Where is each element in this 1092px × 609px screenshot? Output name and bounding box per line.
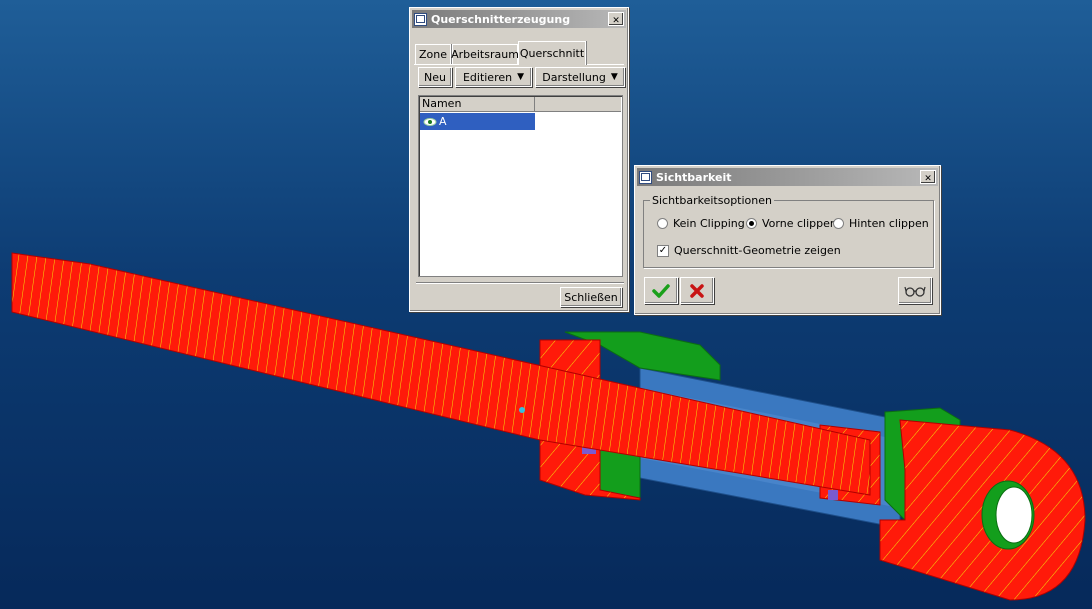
close-button-label: Schließen xyxy=(564,290,618,304)
cancel-button[interactable] xyxy=(680,277,714,304)
show-geometry-option[interactable]: ✓ Querschnitt-Geometrie zeigen xyxy=(657,244,841,257)
datum-point xyxy=(519,407,525,413)
show-geometry-checkbox[interactable]: ✓ xyxy=(657,244,669,257)
chevron-down-icon: ▼ xyxy=(610,72,618,82)
display-button-label: Darstellung xyxy=(542,70,606,84)
window-icon xyxy=(414,12,427,26)
column-header-label: Namen xyxy=(422,97,462,110)
close-icon[interactable]: ✕ xyxy=(920,170,936,184)
option-vorne-clippen[interactable]: Vorne clippen xyxy=(746,217,837,230)
radio-vorne-clippen[interactable] xyxy=(746,218,757,229)
list-header: Namen xyxy=(420,97,621,112)
sichtbarkeit-dialog: Sichtbarkeit ✕ Sichtbarkeitsoptionen Kei… xyxy=(634,165,941,315)
querschnitt-dialog: Querschnitterzeugung ✕ Zone Arbeitsraum … xyxy=(409,7,629,312)
close-icon[interactable]: ✕ xyxy=(608,12,624,26)
option-kein-clipping[interactable]: Kein Clipping xyxy=(657,217,745,230)
tab-zone[interactable]: Zone xyxy=(415,44,451,64)
checkmark-icon xyxy=(652,283,670,298)
option-hinten-clippen[interactable]: Hinten clippen xyxy=(833,217,929,230)
querschnitt-titlebar[interactable]: Querschnitterzeugung ✕ xyxy=(412,10,626,28)
section-list[interactable]: Namen A xyxy=(418,95,623,277)
footer-divider xyxy=(416,282,624,284)
list-item-name: A xyxy=(439,115,447,128)
x-icon xyxy=(690,283,704,298)
preview-button[interactable] xyxy=(898,277,932,304)
list-item[interactable]: A xyxy=(420,113,535,130)
new-button[interactable]: Neu xyxy=(418,67,452,87)
column-header-empty xyxy=(535,97,621,112)
sichtbarkeit-titlebar[interactable]: Sichtbarkeit ✕ xyxy=(637,168,938,186)
option-label: Hinten clippen xyxy=(849,217,929,230)
new-button-label: Neu xyxy=(424,70,446,84)
display-dropdown-button[interactable]: Darstellung ▼ xyxy=(535,67,625,87)
querschnitt-title: Querschnitterzeugung xyxy=(431,12,571,26)
window-icon xyxy=(639,170,652,184)
ok-button[interactable] xyxy=(644,277,678,304)
close-button[interactable]: Schließen xyxy=(560,287,622,307)
tab-arbeitsraum[interactable]: Arbeitsraum xyxy=(451,44,519,64)
tab-querschnitt[interactable]: Querschnitt xyxy=(518,41,586,65)
edit-dropdown-button[interactable]: Editieren ▼ xyxy=(455,67,532,87)
chevron-down-icon: ▼ xyxy=(517,72,525,82)
column-header-namen[interactable]: Namen xyxy=(420,97,535,112)
glasses-icon xyxy=(904,286,926,297)
eye-icon xyxy=(423,117,437,126)
checkbox-label: Querschnitt-Geometrie zeigen xyxy=(674,244,841,257)
option-label: Kein Clipping xyxy=(673,217,745,230)
radio-kein-clipping[interactable] xyxy=(657,218,668,229)
radio-hinten-clippen[interactable] xyxy=(833,218,844,229)
group-label: Sichtbarkeitsoptionen xyxy=(650,194,774,207)
edit-button-label: Editieren xyxy=(462,70,513,84)
sichtbarkeit-title: Sichtbarkeit xyxy=(656,170,732,184)
option-label: Vorne clippen xyxy=(762,217,837,230)
visibility-options-group xyxy=(643,200,934,268)
